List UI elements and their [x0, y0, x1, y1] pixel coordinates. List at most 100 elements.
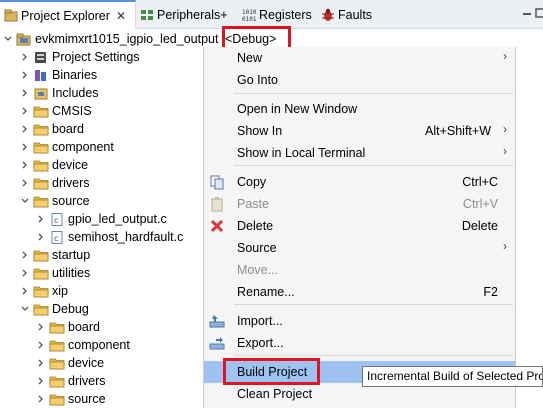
peripherals-icon [141, 9, 153, 20]
view-tab-bar: Project Explorer ✕ Peripherals+ 1010 010… [0, 0, 543, 29]
tree-item[interactable]: c semihost_hardfault.c [36, 228, 183, 246]
menu-item-import[interactable]: Import... [204, 310, 515, 332]
menu-item-copy[interactable]: Copy Ctrl+C [204, 171, 515, 193]
tree-item[interactable]: drivers [36, 372, 106, 390]
menu-item-shortcut: Ctrl+C [462, 175, 498, 189]
menu-item-label: Import... [237, 314, 283, 328]
chevron-right-icon[interactable] [20, 160, 30, 170]
menu-item-label: Move... [237, 263, 278, 277]
tree-item[interactable]: CMSIS [20, 102, 92, 120]
tree-item[interactable]: startup [20, 246, 90, 264]
menu-item-move: Move... [204, 259, 515, 281]
menu-item-label: Paste [237, 197, 269, 211]
chevron-right-icon[interactable] [20, 178, 30, 188]
menu-item-label: Copy [237, 175, 267, 189]
menu-item-delete[interactable]: Delete Delete [204, 215, 515, 237]
folder-icon [49, 376, 65, 387]
chevron-right-icon[interactable] [36, 214, 46, 224]
svg-text:c: c [54, 216, 58, 225]
menu-item-rename[interactable]: Rename... F2 [204, 281, 515, 303]
minimize-icon[interactable] [522, 8, 532, 18]
menu-item-go-into[interactable]: Go Into [204, 69, 515, 91]
chevron-right-icon[interactable] [20, 286, 30, 296]
chevron-right-icon[interactable] [20, 70, 30, 80]
menu-item-label: Export... [237, 336, 284, 350]
chevron-down-icon[interactable] [20, 196, 30, 206]
registers-icon: 1010 0101 [242, 9, 256, 22]
chevron-down-icon[interactable] [20, 304, 30, 314]
tree-item[interactable]: utilities [20, 264, 90, 282]
tab-project-explorer[interactable]: Project Explorer ✕ [0, 0, 136, 29]
menu-item-show-in-local-terminal[interactable]: Show in Local Terminal › [204, 142, 515, 164]
tree-item-label: Debug [52, 302, 89, 316]
menu-item-export[interactable]: Export... [204, 332, 515, 354]
chevron-right-icon[interactable] [36, 376, 46, 386]
tree-item[interactable]: xip [20, 282, 68, 300]
tree-item[interactable]: component [36, 336, 130, 354]
menu-item-label: Show In [237, 124, 283, 138]
submenu-arrow-icon: › [503, 122, 507, 136]
tree-item-label: startup [52, 248, 91, 262]
svg-text:0101: 0101 [242, 16, 256, 22]
tree-item[interactable]: Includes [20, 84, 99, 102]
folder-icon [33, 304, 49, 315]
tree-item[interactable]: device [20, 156, 88, 174]
menu-item-label: Open in New Window [237, 102, 358, 116]
tooltip: Incremental Build of Selected Projects [362, 366, 543, 387]
tree-item-label: component [52, 140, 114, 154]
delete-icon [210, 219, 224, 233]
tab-peripherals[interactable]: Peripherals+ [140, 0, 228, 29]
tree-item[interactable]: Project Settings [20, 48, 140, 66]
tree-item[interactable]: device [36, 354, 104, 372]
tree-item-label: device [68, 356, 105, 370]
tree-item[interactable]: source [20, 192, 90, 210]
chevron-right-icon[interactable] [36, 322, 46, 332]
chevron-right-icon[interactable] [36, 340, 46, 350]
tree-item[interactable]: source [36, 390, 106, 408]
tab-label: Peripherals+ [157, 7, 228, 22]
tree-item-label: device [52, 158, 89, 172]
submenu-arrow-icon: › [503, 144, 507, 158]
chevron-right-icon[interactable] [36, 358, 46, 368]
tree-item[interactable]: c gpio_led_output.c [36, 210, 167, 228]
annotation-box-build-project [223, 358, 320, 385]
tree-item[interactable]: component [20, 138, 114, 156]
chevron-right-icon[interactable] [20, 142, 30, 152]
tree-item[interactable]: Binaries [20, 66, 97, 84]
tree-item-label: drivers [52, 176, 90, 190]
chevron-right-icon[interactable] [20, 106, 30, 116]
menu-separator [234, 355, 513, 356]
tree-item-label: board [68, 320, 100, 334]
menu-item-open-in-new-window[interactable]: Open in New Window [204, 98, 515, 120]
tree-item-label: Includes [52, 86, 99, 100]
tree-item[interactable]: Debug [20, 300, 89, 318]
chevron-right-icon[interactable] [20, 88, 30, 98]
project-name: evkmimxrt1015_igpio_led_output [35, 32, 219, 46]
menu-item-label: Delete [237, 219, 274, 233]
paste-icon [211, 197, 223, 212]
chevron-right-icon[interactable] [20, 52, 30, 62]
menu-item-show-in[interactable]: Show In Alt+Shift+W › [204, 120, 515, 142]
tree-item-label: board [52, 122, 84, 136]
chevron-right-icon[interactable] [36, 232, 46, 242]
tab-faults[interactable]: Faults [321, 0, 372, 29]
settings-icon [35, 51, 46, 63]
chevron-right-icon[interactable] [20, 268, 30, 278]
chevron-right-icon[interactable] [36, 394, 46, 404]
menu-item-paste: Paste Ctrl+V [204, 193, 515, 215]
chevron-down-icon[interactable] [3, 34, 13, 44]
menu-item-source[interactable]: Source › [204, 237, 515, 259]
tree-item-label: drivers [68, 374, 106, 388]
tree-item[interactable]: drivers [20, 174, 90, 192]
folder-icon [33, 178, 49, 189]
tab-registers[interactable]: 1010 0101 Registers [242, 0, 312, 29]
chevron-right-icon[interactable] [20, 124, 30, 134]
tree-item[interactable]: board [20, 120, 84, 138]
faults-icon [322, 8, 334, 21]
close-icon[interactable]: ✕ [116, 9, 126, 23]
chevron-right-icon[interactable] [20, 250, 30, 260]
maximize-icon[interactable] [535, 8, 543, 18]
menu-item-new[interactable]: New › [204, 47, 515, 69]
tree-item[interactable]: board [36, 318, 100, 336]
menu-item-shortcut: Alt+Shift+W [425, 124, 491, 138]
